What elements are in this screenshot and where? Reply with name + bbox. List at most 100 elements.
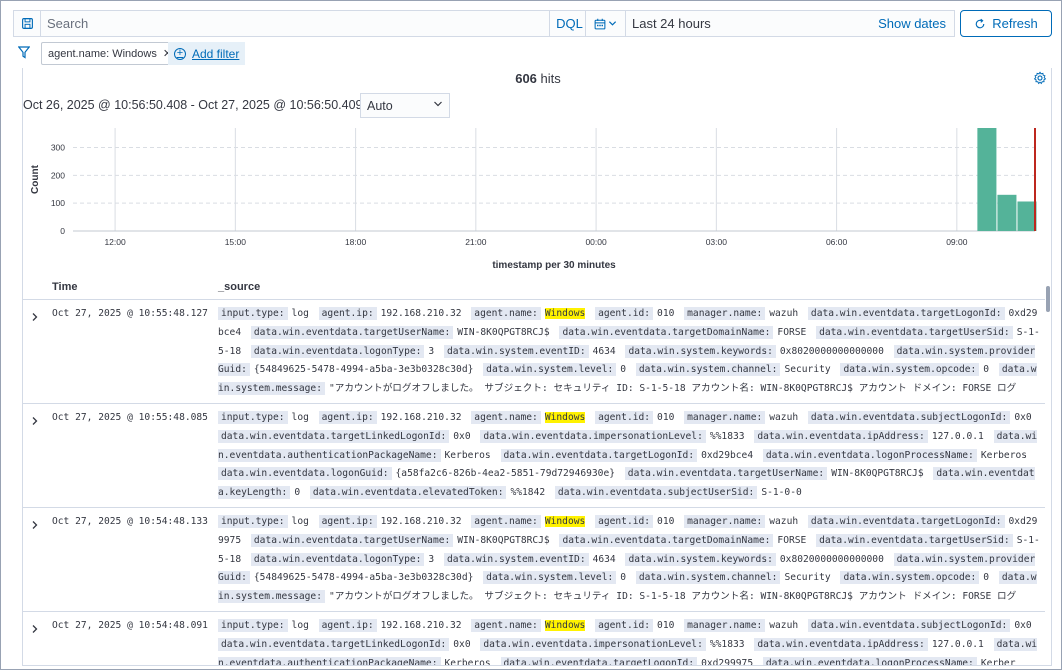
refresh-button[interactable]: Refresh	[960, 10, 1052, 37]
row-timestamp: Oct 27, 2025 @ 10:55:48.127	[52, 308, 208, 319]
field-key: data.win.system.level:	[483, 571, 617, 585]
field-key: data.win.eventdata.logonType:	[250, 344, 425, 358]
field-value: Kerberos	[444, 449, 491, 461]
field-key: data.win.system.keywords:	[625, 552, 776, 566]
field-value: 010	[657, 515, 675, 527]
chevron-right-icon[interactable]	[30, 519, 40, 529]
add-filter-button[interactable]: + Add filter	[168, 42, 246, 65]
field-key: data.win.eventdata.subjectLogonId:	[807, 618, 1011, 632]
chevron-right-icon[interactable]	[30, 311, 40, 321]
search-input[interactable]	[47, 16, 527, 31]
filter-pill-agent-name[interactable]: agent.name: Windows ✕	[41, 42, 180, 65]
x-tick-label: 12:00	[104, 237, 126, 247]
field-value: 0xd29bce4	[701, 449, 754, 461]
field-value: 0	[983, 572, 990, 584]
field-value: 127.0.0.1	[931, 638, 984, 650]
date-picker: Last 24 hours Show dates	[585, 10, 955, 37]
field-value: 0x0	[453, 638, 471, 650]
field-value: WIN-8K0QPGT8RCJ$	[457, 534, 550, 546]
field-value: %%1842	[510, 487, 546, 499]
field-key: data.win.eventdata.impersonationLevel:	[480, 637, 706, 651]
field-key: agent.name:	[471, 618, 541, 632]
date-range-label[interactable]: Last 24 hours	[632, 16, 711, 31]
field-value: 0	[620, 572, 627, 584]
field-key: data.win.system.level:	[483, 363, 617, 377]
x-tick-label: 06:00	[826, 237, 848, 247]
interval-select[interactable]: Auto	[360, 93, 450, 118]
field-key: data.win.system.eventID:	[443, 344, 589, 358]
dql-toggle-button[interactable]: DQL	[549, 11, 589, 36]
column-header-source[interactable]: _source	[218, 281, 260, 293]
chart-options-button[interactable]	[1033, 71, 1047, 88]
field-value: 0	[620, 364, 627, 376]
field-key: data.win.eventdata.targetLinkedLogonId:	[218, 637, 450, 651]
table-row: Oct 27, 2025 @ 10:55:48.127 input.type: lo…	[23, 299, 1045, 403]
filter-pill-label: agent.name: Windows	[48, 47, 157, 60]
table-row: Oct 27, 2025 @ 10:55:48.085 input.type: lo…	[23, 402, 1045, 507]
x-tick-label: 18:00	[345, 237, 367, 247]
chevron-right-icon[interactable]	[30, 415, 40, 425]
row-source: input.type: log agent.ip: 192.168.210.32 a…	[218, 305, 1040, 399]
saved-query-button[interactable]	[13, 10, 40, 37]
field-value: "アカウントがログオフしました。 サブジェクト: セキュリティ ID: S-1-…	[328, 591, 1017, 603]
field-key: data.win.eventdata.subjectUserSid:	[554, 486, 758, 500]
column-header-time[interactable]: Time	[52, 281, 77, 293]
field-key: data.win.eventdata.logonProcessName:	[762, 448, 977, 462]
field-key: data.win.system.channel:	[635, 571, 781, 585]
field-value: 4634	[592, 553, 616, 565]
x-tick-label: 03:00	[706, 237, 728, 247]
chevron-down-icon	[434, 101, 442, 107]
field-key: agent.ip:	[318, 514, 377, 528]
field-value: Security	[784, 572, 831, 584]
field-key: data.win.eventdata.targetLogonId:	[500, 448, 698, 462]
field-value: 0x0	[1014, 619, 1032, 631]
field-key: agent.ip:	[318, 618, 377, 632]
chevron-right-icon[interactable]	[30, 623, 40, 633]
field-key: agent.name:	[471, 514, 541, 528]
chevron-down-icon	[608, 21, 617, 26]
filter-menu-button[interactable]	[17, 46, 31, 62]
field-value: wazuh	[769, 308, 799, 319]
field-value: Windows	[544, 411, 586, 423]
field-key: input.type:	[218, 410, 288, 424]
field-value: 3	[428, 553, 435, 565]
x-tick-label: 00:00	[585, 237, 607, 247]
row-source: input.type: log agent.ip: 192.168.210.32 a…	[218, 617, 1040, 666]
field-value: "アカウントがログオフしました。 サブジェクト: セキュリティ ID: S-1-…	[328, 383, 1017, 395]
show-dates-button[interactable]: Show dates	[878, 16, 946, 31]
field-key: agent.ip:	[318, 307, 377, 320]
field-key: data.win.system.channel:	[635, 363, 781, 377]
interval-range-text: Oct 26, 2025 @ 10:56:50.408 - Oct 27, 20…	[23, 98, 385, 112]
field-key: agent.id:	[595, 307, 654, 320]
search-box: DQL	[40, 10, 590, 37]
field-value: Windows	[544, 619, 586, 631]
field-key: input.type:	[218, 514, 288, 528]
field-value: 0xd299975	[701, 657, 754, 666]
field-value: Security	[784, 364, 831, 376]
field-key: manager.name:	[684, 410, 766, 424]
quick-select-button[interactable]	[586, 11, 626, 36]
field-key: data.win.eventdata.targetLogonId:	[500, 656, 698, 665]
field-key: data.win.eventdata.targetUserName:	[624, 467, 828, 481]
field-value: {a58fa2c6-826b-4ea2-5851-79d72946930e}	[395, 468, 616, 480]
field-key: data.win.eventdata.targetDomainName:	[559, 325, 774, 339]
hits-label: hits	[540, 71, 561, 86]
field-value: wazuh	[769, 619, 799, 631]
table-scrollbar[interactable]	[1046, 286, 1050, 312]
field-value: 010	[657, 308, 675, 319]
query-bar: DQL Last 24 hours Show dates	[13, 10, 1053, 38]
field-value: 0x0	[1014, 411, 1032, 423]
row-timestamp: Oct 27, 2025 @ 10:55:48.085	[52, 411, 208, 423]
field-key: manager.name:	[684, 514, 766, 528]
gear-icon	[1033, 71, 1047, 85]
filter-icon	[17, 46, 31, 59]
field-key: input.type:	[218, 618, 288, 632]
field-value: wazuh	[769, 411, 799, 423]
histogram-chart: 0 100 200 300 12:00 15:00 18:00 21:00 00:00 03:00…	[30, 128, 1037, 271]
field-key: data.win.eventdata.targetLogonId:	[807, 307, 1005, 320]
field-value: WIN-8K0QPGT8RCJ$	[457, 326, 550, 338]
field-value: 3	[428, 345, 435, 357]
field-value: Windows	[544, 515, 586, 527]
field-value: 0	[983, 364, 990, 376]
field-key: data.win.eventdata.targetUserName:	[250, 325, 454, 339]
